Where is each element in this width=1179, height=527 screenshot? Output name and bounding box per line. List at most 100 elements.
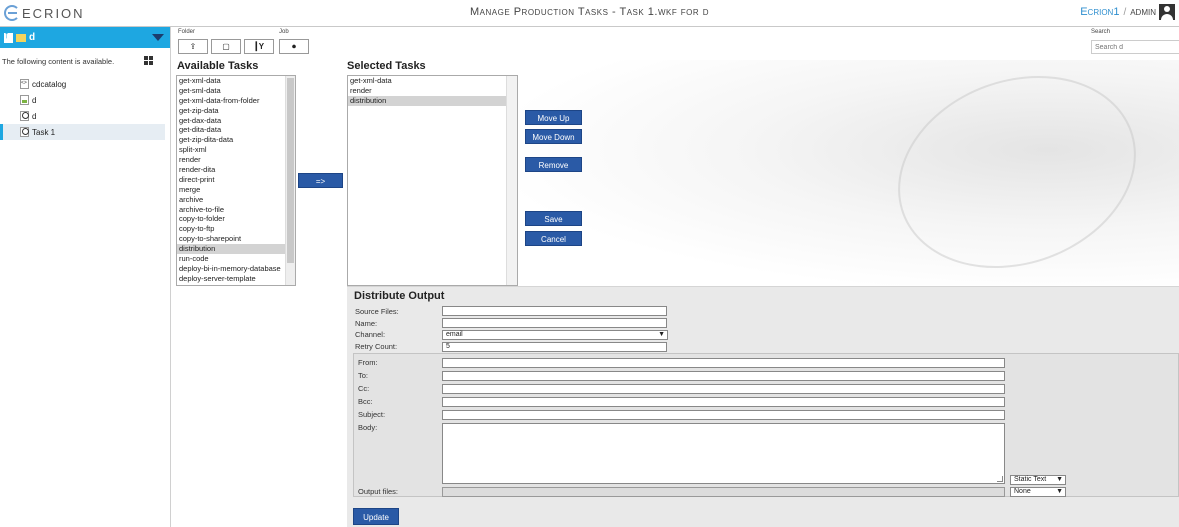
bcc-label: Bcc: <box>358 397 373 406</box>
from-input[interactable] <box>442 358 1005 368</box>
scrollbar[interactable] <box>506 76 517 285</box>
search-input[interactable] <box>1091 40 1179 54</box>
list-item[interactable]: get-xml-data <box>177 76 285 86</box>
run-job-button[interactable]: ⏺ <box>279 39 309 54</box>
tools-button[interactable]: ┃Y <box>244 39 274 54</box>
list-item[interactable]: get-zip-dita-data <box>177 135 285 145</box>
body-textarea[interactable] <box>442 423 1005 484</box>
list-item[interactable]: distribution <box>348 95 517 106</box>
move-down-button[interactable]: Move Down <box>525 129 582 144</box>
new-file-icon: ▢ <box>222 42 230 51</box>
new-file-button[interactable]: ▢ <box>211 39 241 54</box>
sidebar-item-d-document[interactable]: d <box>0 92 165 108</box>
retry-count-label: Retry Count: <box>355 342 398 351</box>
output-mode-select[interactable]: None ▼ <box>1010 487 1066 497</box>
sidebar-item-task-1[interactable]: Task 1 <box>0 124 165 140</box>
source-files-input[interactable] <box>442 306 667 316</box>
subject-input[interactable] <box>442 410 1005 420</box>
list-item[interactable]: copy-to-folder <box>177 214 285 224</box>
toolbar: Folder Job ⇪ ▢ ┃Y ⏺ Search <box>171 27 1179 57</box>
list-item[interactable]: direct-print <box>177 175 285 185</box>
cancel-button[interactable]: Cancel <box>525 231 582 246</box>
list-item[interactable]: run-code <box>177 254 285 264</box>
list-item[interactable]: deploy-bi-in-memory-database <box>177 264 285 274</box>
workflow-file-icon <box>20 127 29 137</box>
user-name[interactable]: admin <box>1130 6 1156 18</box>
add-task-button[interactable]: => <box>298 173 343 188</box>
list-item[interactable]: get-zip-data <box>177 106 285 116</box>
folder-icon <box>16 33 26 42</box>
list-item[interactable]: deploy-server-template <box>177 274 285 284</box>
xml-file-icon <box>20 79 29 89</box>
to-label: To: <box>358 371 369 380</box>
sidebar-item-label: d <box>32 111 37 121</box>
retry-count-input[interactable]: 5 <box>442 342 667 352</box>
to-input[interactable] <box>442 371 1005 381</box>
tools-icon: ┃Y <box>253 42 265 51</box>
channel-label: Channel: <box>355 330 386 339</box>
list-item[interactable]: distribution <box>177 244 285 255</box>
list-item[interactable]: get-dax-data <box>177 116 285 126</box>
cc-label: Cc: <box>358 384 370 393</box>
list-item[interactable]: render-dita <box>177 165 285 175</box>
cc-input[interactable] <box>442 384 1005 394</box>
email-settings: From: To: Cc: Bcc: Subject: Body: Static… <box>353 353 1179 497</box>
avatar-icon[interactable] <box>1159 4 1175 20</box>
upload-icon: ⇪ <box>189 42 197 51</box>
remove-button[interactable]: Remove <box>525 157 582 172</box>
job-group-label: Job <box>279 29 289 35</box>
output-files-input <box>442 487 1005 497</box>
scrollbar-thumb[interactable] <box>287 78 294 263</box>
top-bar: ECRION Manage Production Tasks - Task 1.… <box>0 0 1179 27</box>
update-button[interactable]: Update <box>353 508 399 525</box>
dropdown-arrow-icon: ▼ <box>658 331 665 338</box>
sidebar-item-label: Task 1 <box>32 127 56 137</box>
list-item[interactable]: copy-to-sharepoint <box>177 234 285 244</box>
play-icon: ⏺ <box>292 41 296 51</box>
body-mode-select[interactable]: Static Text ▼ <box>1010 475 1066 485</box>
org-link[interactable]: Ecrion1 <box>1080 6 1119 18</box>
list-item[interactable]: get-xml-data <box>348 76 517 86</box>
distribute-output-title: Distribute Output <box>354 290 445 302</box>
list-item[interactable]: archive <box>177 195 285 205</box>
list-item[interactable]: archive-to-file <box>177 205 285 215</box>
selected-tasks-list[interactable]: get-xml-data render distribution <box>347 75 518 286</box>
available-tasks-title: Available Tasks <box>177 60 259 72</box>
sidebar: d The following content is available. cd… <box>0 27 171 527</box>
grid-view-icon[interactable] <box>144 56 153 65</box>
upload-button[interactable]: ⇪ <box>178 39 208 54</box>
list-item[interactable]: merge <box>177 185 285 195</box>
available-tasks-list[interactable]: get-xml-data get-sml-data get-xml-data-fro… <box>176 75 296 286</box>
name-input[interactable] <box>442 318 667 328</box>
name-label: Name: <box>355 319 378 328</box>
folder-group-label: Folder <box>178 29 196 35</box>
bcc-input[interactable] <box>442 397 1005 407</box>
background-decoration <box>520 60 1179 285</box>
user-area: Ecrion1 / admin <box>1080 4 1175 20</box>
body-label: Body: <box>358 423 378 432</box>
list-item[interactable]: copy-to-ftp <box>177 224 285 234</box>
body-mode-value: Static Text <box>1014 476 1047 483</box>
folder-name: d <box>29 32 36 43</box>
workflow-file-icon <box>20 111 29 121</box>
list-item[interactable]: render <box>177 155 285 165</box>
list-item[interactable]: render <box>348 86 517 96</box>
dropdown-arrow-icon: ▼ <box>1056 476 1063 483</box>
selected-tasks-title: Selected Tasks <box>347 60 426 72</box>
page-title: Manage Production Tasks - Task 1.wkf for… <box>469 6 709 18</box>
list-item[interactable]: get-dita-data <box>177 125 285 135</box>
folder-selector[interactable]: d <box>0 27 170 48</box>
up-arrow-icon[interactable] <box>4 30 13 43</box>
sidebar-item-cdcatalog[interactable]: cdcatalog <box>0 76 165 92</box>
list-item[interactable]: split-xml <box>177 145 285 155</box>
save-button[interactable]: Save <box>525 211 582 226</box>
list-item[interactable]: get-sml-data <box>177 86 285 96</box>
output-files-label: Output files: <box>358 487 399 496</box>
channel-select[interactable]: email ▼ <box>442 330 668 340</box>
channel-value: email <box>446 331 463 338</box>
sidebar-item-d-workflow[interactable]: d <box>0 108 165 124</box>
list-item[interactable]: get-xml-data-from-folder <box>177 96 285 106</box>
chevron-down-icon[interactable] <box>152 34 164 41</box>
move-up-button[interactable]: Move Up <box>525 110 582 125</box>
scrollbar[interactable] <box>285 76 295 285</box>
